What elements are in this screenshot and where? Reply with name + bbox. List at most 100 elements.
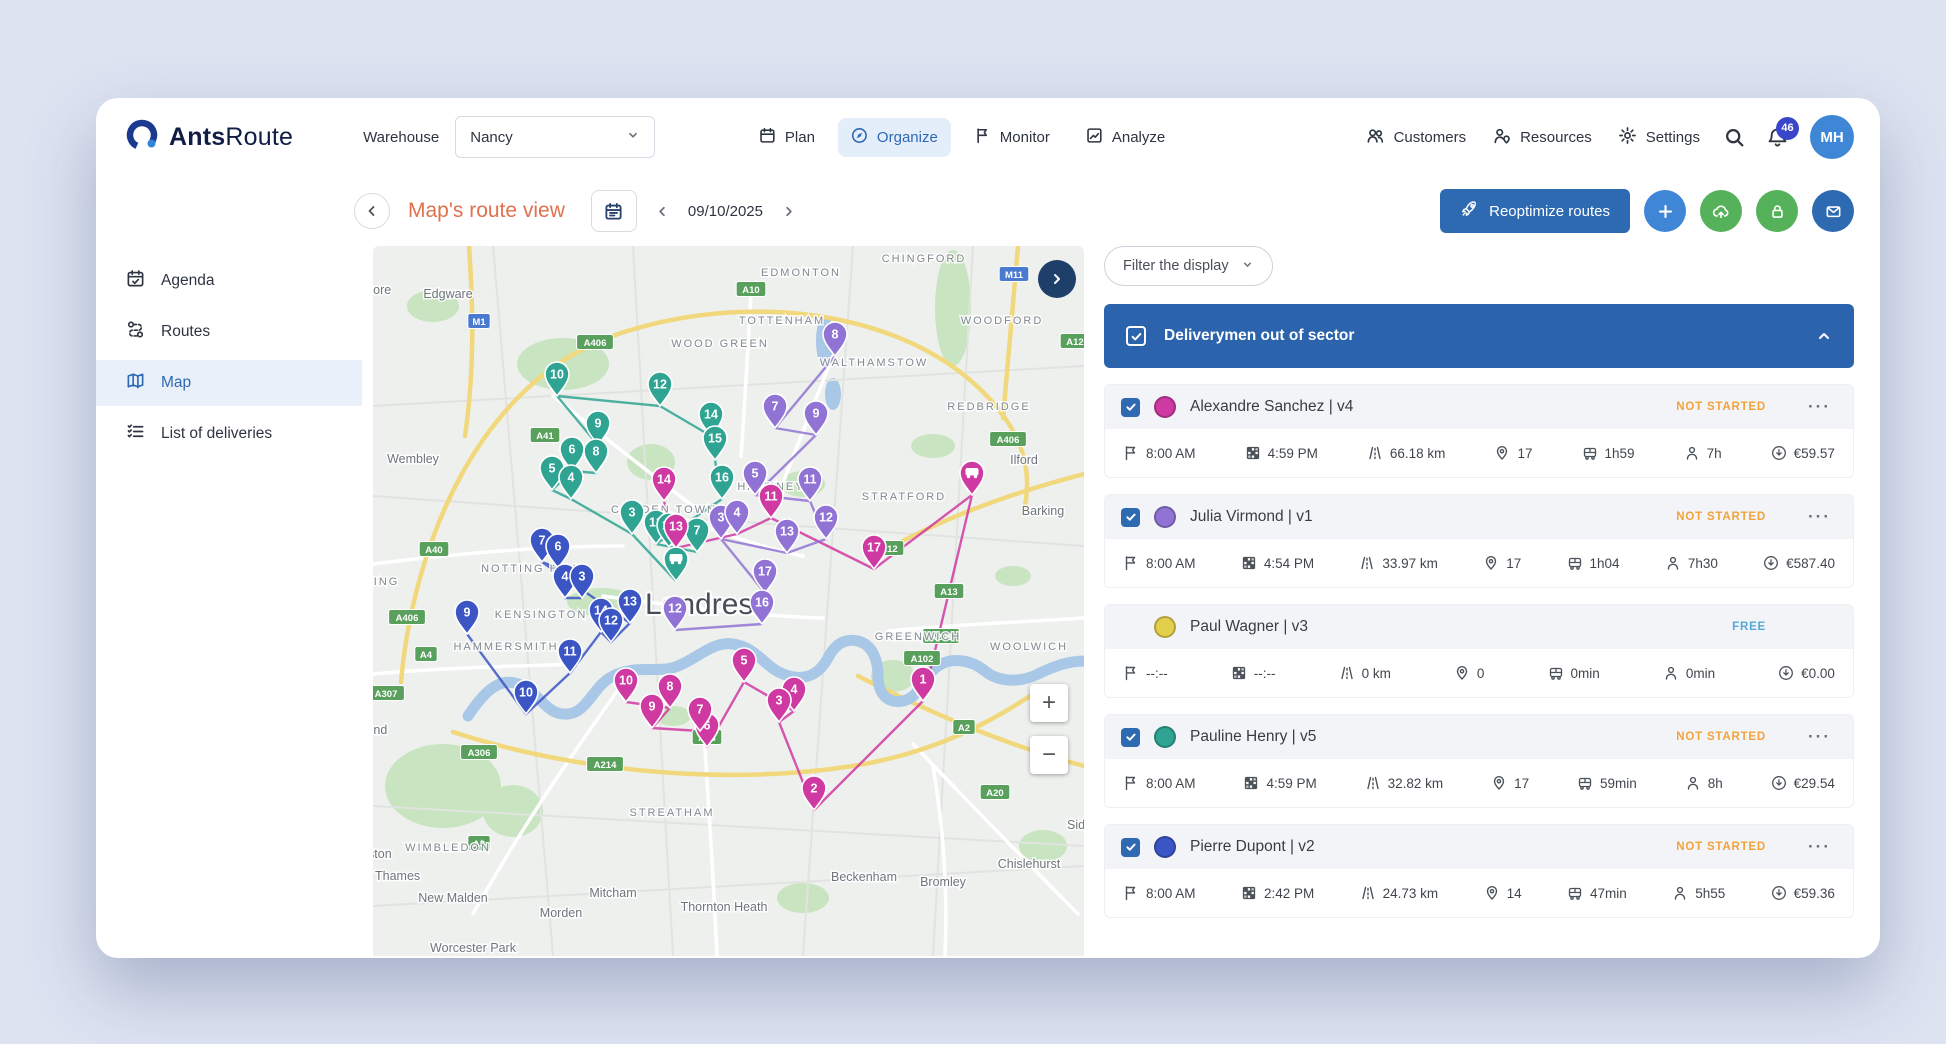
distance-icon [1365, 775, 1381, 791]
road-badge: A4 [415, 647, 437, 662]
date-navigator: 09/10/2025 [655, 203, 796, 220]
route-icon [126, 320, 145, 344]
stops-stat: 14 [1484, 885, 1522, 901]
svg-text:8: 8 [832, 328, 839, 342]
svg-text:7: 7 [539, 534, 546, 548]
driver-card: Julia Virmond | v1 NOT STARTED ··· 8:00 … [1104, 494, 1854, 588]
gear-icon [1618, 126, 1637, 149]
map-area-label: Thornton Heath [681, 900, 768, 914]
nav-item-monitor[interactable]: Monitor [961, 118, 1063, 157]
map-area-label: GREENWICH [875, 631, 961, 643]
nav-item-customers[interactable]: Customers [1364, 120, 1469, 155]
svg-text:7: 7 [772, 400, 779, 414]
notification-count-badge: 46 [1776, 117, 1799, 140]
map-area-label: Worcester Park [430, 941, 517, 955]
svg-text:A41: A41 [536, 431, 554, 442]
stops-stat: 17 [1494, 445, 1532, 461]
svg-text:14: 14 [704, 408, 718, 422]
stops-pin-icon [1491, 775, 1507, 791]
stops-pin-icon [1454, 665, 1470, 681]
app-window: AntsRoute Warehouse Nancy Plan Organize [96, 98, 1880, 958]
cost-download-icon [1771, 775, 1787, 791]
driver-checkbox[interactable] [1121, 838, 1140, 857]
driver-checkbox[interactable] [1121, 508, 1140, 527]
map-area-label: EDMONTON [761, 267, 841, 279]
svg-text:11: 11 [563, 645, 576, 659]
driver-card: Alexandre Sanchez | v4 NOT STARTED ··· 8… [1104, 384, 1854, 478]
driver-checkbox[interactable] [1121, 728, 1140, 747]
cloud-upload-button[interactable] [1700, 190, 1742, 232]
calendar-icon [759, 127, 776, 148]
compass-icon [851, 127, 868, 148]
lock-button[interactable] [1756, 190, 1798, 232]
reoptimize-routes-button[interactable]: Reoptimize routes [1440, 189, 1630, 233]
sidebar-item-routes[interactable]: Routes [96, 309, 362, 355]
drivers-list: Alexandre Sanchez | v4 NOT STARTED ··· 8… [1104, 384, 1854, 918]
search-icon[interactable] [1724, 127, 1745, 148]
svg-text:12: 12 [604, 614, 618, 628]
driver-menu-button[interactable]: ··· [1808, 727, 1831, 747]
map-area-label: STRATFORD [862, 491, 946, 503]
filter-display-button[interactable]: Filter the display [1104, 246, 1273, 286]
svg-text:4: 4 [791, 683, 798, 697]
nav-item-settings[interactable]: Settings [1616, 120, 1702, 155]
svg-text:13: 13 [623, 595, 637, 609]
sidebar-item-map[interactable]: Map [96, 360, 362, 406]
road-badge: A307 [373, 686, 404, 701]
page-title: Map's route view [408, 199, 565, 223]
rocket-icon [1460, 200, 1478, 222]
map-area-label: STREATHAM [629, 807, 714, 819]
email-button[interactable] [1812, 190, 1854, 232]
map-area-label: Barking [1022, 504, 1064, 518]
notifications-bell[interactable]: 46 [1767, 127, 1788, 148]
add-button[interactable] [1644, 190, 1686, 232]
distance-stat: 66.18 km [1367, 445, 1446, 461]
warehouse-select[interactable]: Nancy [455, 116, 655, 158]
next-day-button[interactable] [781, 204, 796, 219]
back-button[interactable] [354, 193, 390, 229]
work-time-stat: 5h55 [1672, 885, 1725, 901]
svg-text:17: 17 [867, 541, 881, 555]
calendar-picker-button[interactable] [591, 190, 637, 232]
map-area-label: Richmond [373, 723, 387, 737]
group-checkbox[interactable] [1126, 326, 1146, 346]
caret-down-icon [626, 128, 640, 146]
nav-item-analyze[interactable]: Analyze [1073, 118, 1178, 157]
user-avatar[interactable]: MH [1810, 115, 1854, 159]
svg-text:13: 13 [669, 520, 683, 534]
map-area-label: WOODFORD [961, 315, 1044, 327]
svg-text:9: 9 [813, 407, 820, 421]
svg-text:6: 6 [555, 540, 562, 554]
driver-menu-button[interactable]: ··· [1808, 397, 1831, 417]
sidebar-item-deliveries[interactable]: List of deliveries [96, 411, 362, 457]
map-panel-collapse-button[interactable] [1038, 260, 1076, 298]
svg-text:A214: A214 [594, 760, 617, 771]
driver-status-badge: NOT STARTED [1676, 401, 1766, 413]
map-area-label: Edgware [423, 287, 472, 301]
zoom-in-button[interactable]: + [1030, 684, 1068, 722]
person-icon [1672, 885, 1688, 901]
map-canvas[interactable]: M11M1A10A406A406A406A41A40A4A306A307A3A2… [373, 246, 1084, 956]
sidebar-item-agenda[interactable]: Agenda [96, 258, 362, 304]
nav-item-resources[interactable]: Resources [1490, 120, 1594, 155]
nav-item-organize[interactable]: Organize [838, 118, 951, 157]
end-time-stat: 4:54 PM [1241, 555, 1314, 571]
svg-text:8: 8 [593, 445, 600, 459]
driver-card: Paul Wagner | v3 FREE ··· --:-- --:-- 0 … [1104, 604, 1854, 698]
driver-menu-button[interactable]: ··· [1808, 837, 1831, 857]
map-area-label: Bromley [920, 875, 967, 889]
nav-item-plan[interactable]: Plan [746, 118, 828, 157]
road-badge: A12 [1060, 334, 1084, 349]
end-time-stat: 4:59 PM [1243, 775, 1316, 791]
start-flag-icon [1123, 665, 1139, 681]
chevron-up-icon[interactable] [1816, 328, 1832, 344]
person-icon [1684, 445, 1700, 461]
cost-stat: €59.36 [1771, 885, 1835, 901]
previous-day-button[interactable] [655, 204, 670, 219]
zoom-out-button[interactable]: − [1030, 736, 1068, 774]
driver-checkbox[interactable] [1121, 398, 1140, 417]
app-logo[interactable]: AntsRoute [124, 117, 293, 158]
driver-menu-button[interactable]: ··· [1808, 507, 1831, 527]
driver-status-badge: FREE [1732, 621, 1766, 633]
driver-color-dot [1154, 836, 1176, 858]
